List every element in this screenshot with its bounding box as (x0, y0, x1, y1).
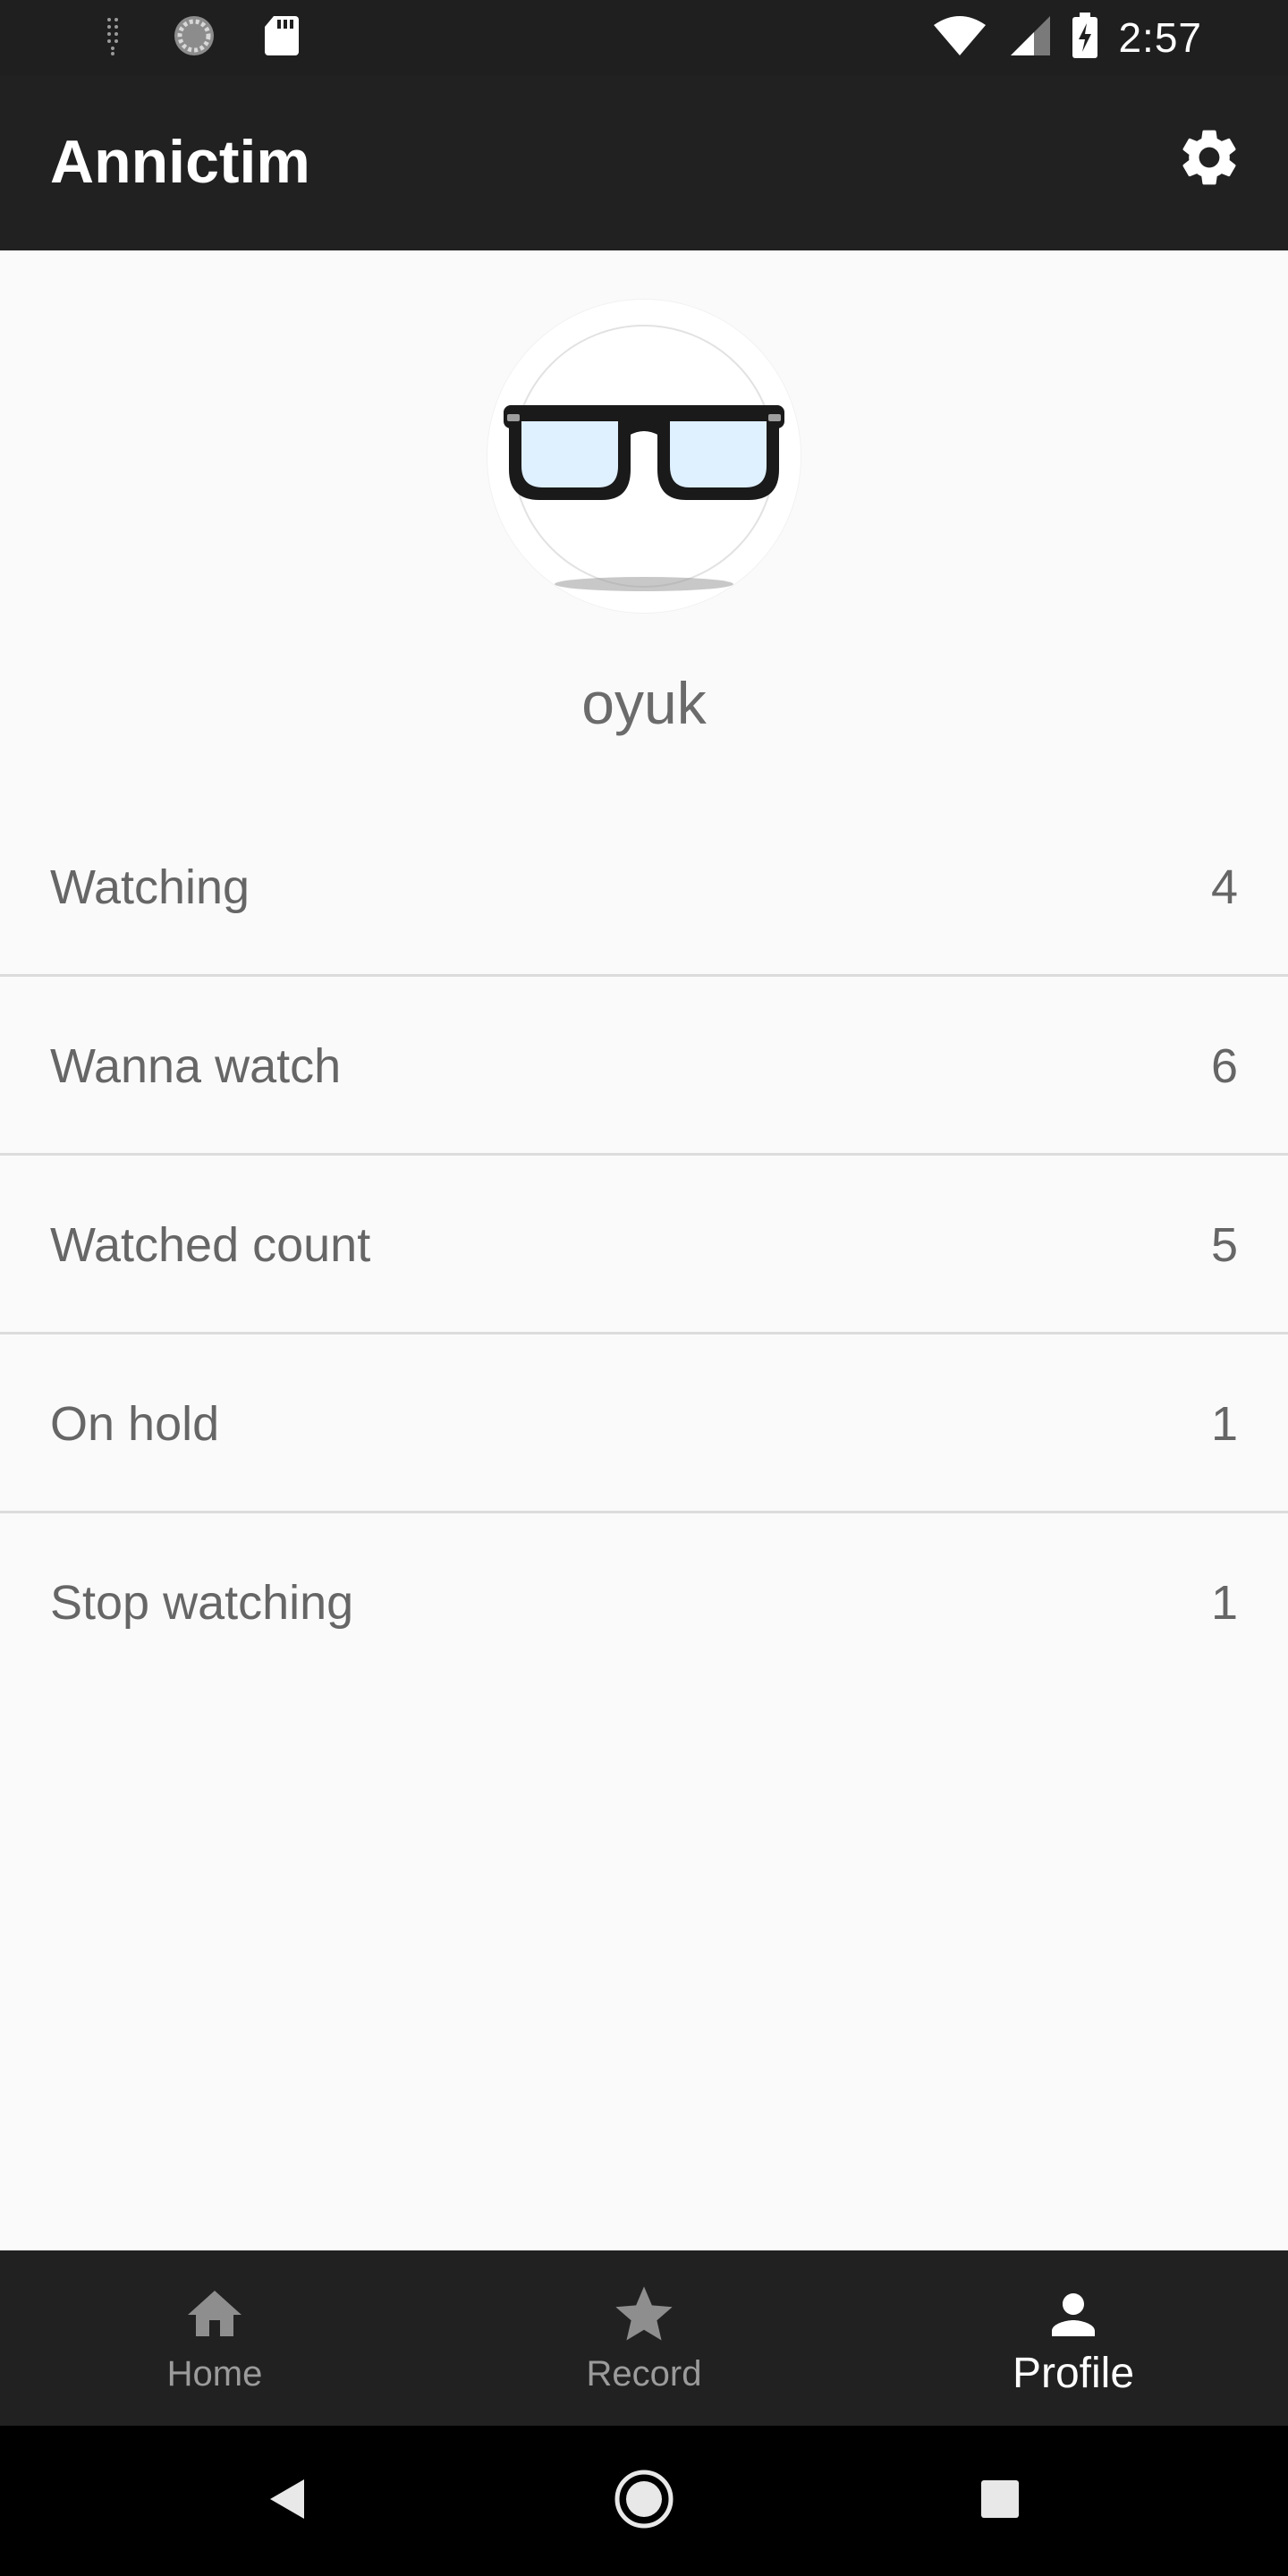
battery-charging-icon (1072, 12, 1098, 64)
stat-label: Stop watching (50, 1576, 354, 1630)
stat-label: On hold (50, 1397, 220, 1451)
stat-row-wanna-watch[interactable]: Wanna watch 6 (0, 977, 1288, 1156)
stat-count: 4 (1210, 860, 1238, 914)
stat-label: Wanna watch (50, 1039, 342, 1093)
settings-button[interactable] (1166, 116, 1252, 202)
home-circle-icon (614, 2469, 674, 2534)
profile-screen: 2:57 Annictim oyuk Watching 4 Wanna watc… (0, 0, 1288, 2576)
clock: 2:57 (1118, 14, 1202, 61)
recents-button[interactable] (925, 2426, 1075, 2576)
app-bar: Annictim (0, 75, 1288, 250)
stat-count: 1 (1210, 1576, 1238, 1630)
home-system-button[interactable] (569, 2426, 719, 2576)
cellular-icon (1007, 14, 1052, 62)
glasses-icon (487, 300, 801, 616)
stat-count: 6 (1210, 1039, 1238, 1093)
back-icon (265, 2476, 308, 2527)
sync-icon (172, 13, 216, 63)
sd-card-icon (263, 14, 301, 62)
back-button[interactable] (211, 2426, 361, 2576)
nav-label: Profile (1012, 2350, 1135, 2397)
stat-count: 1 (1210, 1397, 1238, 1451)
avatar (487, 300, 801, 613)
stat-row-on-hold[interactable]: On hold 1 (0, 1335, 1288, 1513)
app-title: Annictim (50, 128, 310, 196)
stats-list: Watching 4 Wanna watch 6 Watched count 5… (0, 798, 1288, 1692)
person-icon (1041, 2281, 1106, 2349)
stat-row-watching[interactable]: Watching 4 (0, 798, 1288, 977)
gear-icon (1175, 123, 1243, 196)
status-bar-right-icons: 2:57 (932, 12, 1202, 64)
status-bar-left-icons (104, 14, 301, 62)
wifi-icon (932, 14, 987, 62)
stat-row-watched-count[interactable]: Watched count 5 (0, 1156, 1288, 1335)
recents-icon (979, 2479, 1021, 2524)
signal-dots-icon (104, 14, 125, 62)
nav-label: Record (586, 2354, 702, 2394)
stat-label: Watched count (50, 1218, 371, 1272)
stat-row-stop-watching[interactable]: Stop watching 1 (0, 1513, 1288, 1692)
status-bar: 2:57 (0, 0, 1288, 75)
star-icon (610, 2281, 678, 2349)
nav-item-profile[interactable]: Profile (859, 2250, 1288, 2426)
nav-item-record[interactable]: Record (429, 2250, 859, 2426)
nav-label: Home (166, 2354, 263, 2394)
home-icon (182, 2281, 247, 2349)
stat-label: Watching (50, 860, 250, 914)
system-navigation-bar (0, 2426, 1288, 2576)
nav-item-home[interactable]: Home (0, 2250, 429, 2426)
username: oyuk (581, 670, 707, 736)
bottom-navigation: Home Record Profile (0, 2250, 1288, 2426)
stat-count: 5 (1210, 1218, 1238, 1272)
